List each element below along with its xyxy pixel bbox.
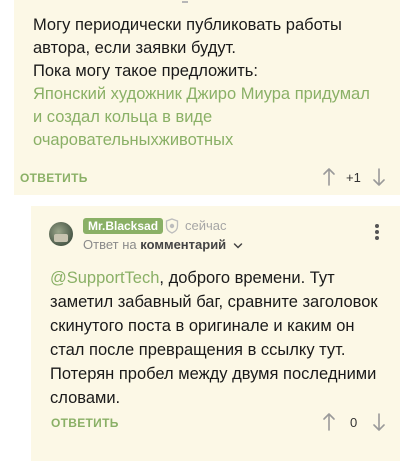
reply-button[interactable]: ОТВЕТИТЬ — [51, 414, 119, 432]
reply-to[interactable]: Ответ на комментарий — [83, 236, 243, 254]
user-mention[interactable]: @SupportTech — [50, 269, 159, 287]
more-vertical-icon[interactable] — [374, 224, 380, 242]
comment-actions-1: ОТВЕТИТЬ +1 — [20, 167, 385, 189]
comment-time: сейчас — [185, 218, 227, 233]
shield-icon — [165, 218, 179, 234]
arrow-up-icon[interactable] — [322, 167, 336, 187]
comment-actions-2: ОТВЕТИТЬ 0 — [20, 412, 385, 434]
comment-paragraph-2: Пока могу такое предложить: — [33, 62, 258, 80]
avatar[interactable] — [49, 222, 73, 246]
comment-body-1: Могу периодически публиковать работы авт… — [33, 14, 383, 152]
author-name[interactable]: Mr.Blacksad — [83, 218, 164, 234]
arrow-down-icon[interactable] — [372, 167, 386, 187]
vote-score: 0 — [350, 415, 358, 430]
post-link[interactable]: Японский художник Джиро Миура придумал и… — [33, 83, 383, 152]
reply-prefix: Ответ на — [83, 237, 137, 252]
reply-button[interactable]: ОТВЕТИТЬ — [20, 169, 88, 187]
arrow-up-icon[interactable] — [322, 412, 336, 432]
vote-score: +1 — [346, 170, 361, 185]
comment-body-2: @SupportTech, доброго времени. Тут замет… — [50, 266, 390, 410]
comment-paragraph-1: Могу периодически публиковать работы авт… — [33, 16, 342, 57]
comment-card-1: Могу периодически публиковать работы авт… — [14, 0, 400, 195]
reply-target[interactable]: комментарий — [140, 237, 226, 252]
comment-text: , доброго времени. Тут заметил забавный … — [50, 269, 378, 407]
arrow-down-icon[interactable] — [372, 412, 386, 432]
clipped-content — [14, 0, 400, 4]
chevron-down-icon[interactable] — [233, 241, 243, 251]
